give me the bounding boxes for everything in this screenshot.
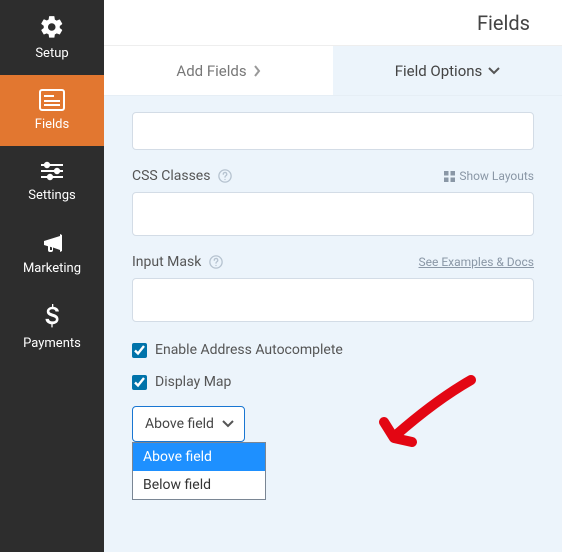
sidebar-item-payments[interactable]: Payments [0,290,104,365]
field-options-panel: CSS Classes Show Layouts Input Mask [104,96,562,552]
sidebar-item-settings[interactable]: Settings [0,146,104,217]
tab-add-fields[interactable]: Add Fields [104,46,333,95]
tabs: Add Fields Field Options [104,46,562,96]
bullhorn-icon [39,231,65,255]
main-area: Fields Add Fields Field Options CSS Clas… [104,0,562,552]
dollar-icon [44,304,60,330]
display-map-checkbox[interactable] [132,375,147,390]
sidebar-item-label: Settings [28,188,75,203]
autocomplete-label[interactable]: Enable Address Autocomplete [155,342,343,358]
gear-icon [39,14,65,40]
map-position-select[interactable]: Above field [132,406,245,442]
sidebar-item-label: Marketing [23,261,81,276]
display-map-row: Display Map [132,374,534,390]
autocomplete-checkbox[interactable] [132,343,147,358]
tab-field-options[interactable]: Field Options [333,46,562,95]
show-layouts-link[interactable]: Show Layouts [444,169,534,183]
examples-docs-link[interactable]: See Examples & Docs [419,255,534,269]
help-icon[interactable] [218,169,232,183]
css-classes-row: CSS Classes Show Layouts [132,168,534,236]
page-title: Fields [477,11,530,35]
select-value: Above field [145,416,214,432]
sidebar-item-fields[interactable]: Fields [0,75,104,146]
option-below-field[interactable]: Below field [133,471,265,499]
sidebar-item-marketing[interactable]: Marketing [0,217,104,290]
input-mask-row: Input Mask See Examples & Docs [132,254,534,322]
map-position-options: Above field Below field [132,442,266,500]
map-position-dropdown: Above field Above field Below field [132,406,245,442]
page-header: Fields [104,0,562,46]
input-mask-label: Input Mask [132,254,223,270]
option-above-field[interactable]: Above field [133,443,265,471]
sidebar-item-setup[interactable]: Setup [0,0,104,75]
sidebar: Setup Fields Settings Marketing Payments [0,0,104,552]
sidebar-item-label: Fields [35,117,69,132]
display-map-label[interactable]: Display Map [155,374,231,390]
css-classes-label: CSS Classes [132,168,232,184]
tab-label: Field Options [395,62,483,80]
chevron-down-icon [222,420,234,428]
autocomplete-row: Enable Address Autocomplete [132,342,534,358]
css-classes-input[interactable] [132,192,534,236]
tab-label: Add Fields [176,62,246,80]
help-icon[interactable] [209,255,223,269]
sidebar-item-label: Payments [23,336,81,351]
sidebar-item-label: Setup [35,46,68,61]
form-icon [39,89,65,111]
chevron-down-icon [488,67,500,75]
input-mask-input[interactable] [132,278,534,322]
sliders-icon [39,160,65,182]
previous-input-stub[interactable] [132,112,534,150]
chevron-right-icon [253,65,261,77]
grid-icon [444,171,455,182]
